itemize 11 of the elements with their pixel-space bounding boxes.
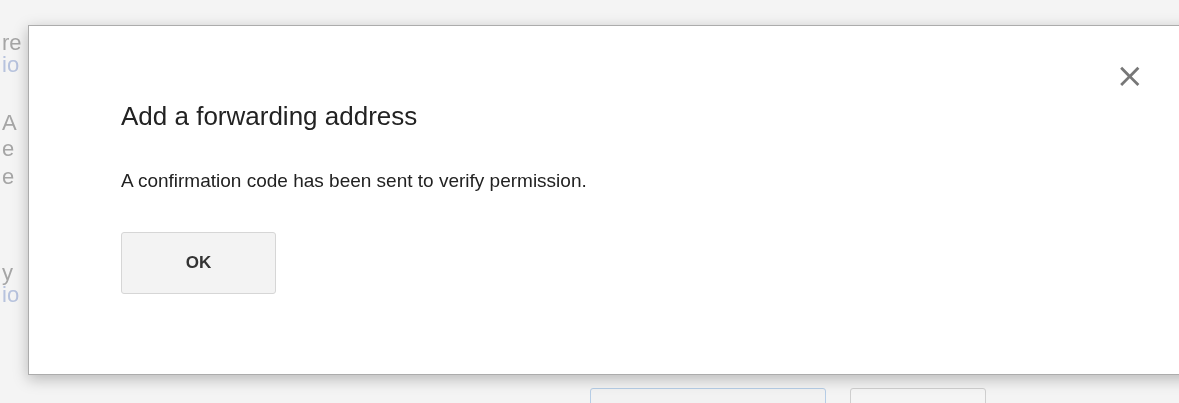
ok-button[interactable]: OK [121,232,276,294]
page-text-fragment: io [2,284,20,306]
page-text-fragment: e [2,166,15,188]
page-text-fragment: y [2,262,13,284]
page-text-fragment: re [2,32,22,54]
dialog-title: Add a forwarding address [121,101,418,132]
close-button[interactable]: × [1115,58,1144,92]
page-text-fragment: A [2,112,17,134]
dialog-message: A confirmation code has been sent to verify permission. [121,170,588,192]
page-text-fragment: io [2,54,20,76]
page-text-fragment: e [2,138,15,160]
